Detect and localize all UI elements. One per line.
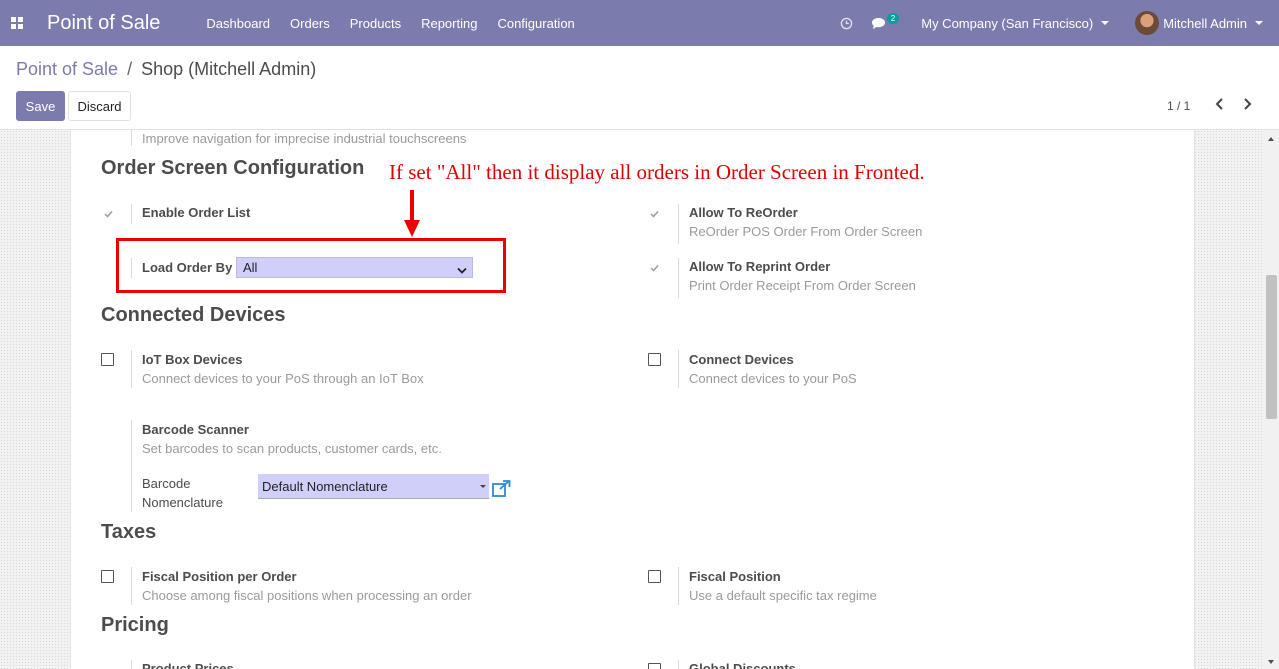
fiscal-position-checkbox[interactable] — [648, 570, 661, 583]
allow-reorder-label: Allow To ReOrder — [689, 205, 798, 220]
section-title-pricing: Pricing — [101, 614, 169, 636]
divider — [678, 258, 679, 298]
divider — [678, 660, 679, 669]
connect-devices-checkbox[interactable] — [648, 353, 661, 366]
fiscal-position-help: Use a default specific tax regime — [689, 588, 877, 603]
save-button[interactable]: Save — [16, 91, 65, 121]
iot-box-label: IoT Box Devices — [142, 352, 243, 367]
enable-order-list-label: Enable Order List — [142, 205, 251, 220]
app-brand[interactable]: Point of Sale — [47, 12, 160, 35]
product-prices-label: Product Prices — [142, 661, 234, 669]
connect-devices-help: Connect devices to your PoS — [689, 371, 857, 386]
discard-button[interactable]: Discard — [68, 91, 131, 121]
menu-configuration[interactable]: Configuration — [497, 16, 574, 31]
iot-box-checkbox[interactable] — [101, 353, 114, 366]
breadcrumb-root-link[interactable]: Point of Sale — [16, 59, 118, 79]
chevron-down-icon — [1255, 21, 1263, 25]
scroll-down-icon[interactable] — [1268, 660, 1274, 664]
fiscal-position-label: Fiscal Position — [689, 569, 781, 584]
chevron-down-icon — [1101, 21, 1110, 25]
scrollbar[interactable] — [1264, 130, 1279, 669]
annotation-highlight-box — [116, 238, 506, 293]
barcode-nomenclature-value: Default Nomenclature — [262, 478, 388, 494]
chat-count-badge: 2 — [886, 12, 900, 24]
global-discounts-label: Global Discounts — [689, 661, 796, 669]
allow-reorder-checkbox[interactable] — [648, 207, 661, 220]
barcode-nomenclature-label-line1: Barcode — [142, 476, 191, 491]
control-panel: Point of Sale / Shop (Mitchell Admin) Sa… — [0, 46, 1279, 130]
section-title-order-screen: Order Screen Configuration — [101, 157, 365, 179]
menu-dashboard[interactable]: Dashboard — [206, 16, 270, 31]
section-title-taxes: Taxes — [101, 521, 157, 543]
chevron-left-icon[interactable] — [1215, 98, 1225, 113]
connect-devices-label: Connect Devices — [689, 352, 794, 367]
divider — [131, 350, 132, 388]
menu-products[interactable]: Products — [350, 16, 401, 31]
top-navbar: Point of Sale Dashboard Orders Products … — [0, 0, 1279, 46]
menu-reporting[interactable]: Reporting — [421, 16, 477, 31]
breadcrumb: Point of Sale / Shop (Mitchell Admin) — [16, 59, 316, 80]
avatar — [1135, 11, 1160, 35]
annotation-text: If set "All" then it display all orders … — [389, 160, 925, 184]
divider — [678, 567, 679, 605]
apps-menu-icon[interactable] — [0, 0, 34, 46]
chevron-right-icon[interactable] — [1242, 98, 1252, 113]
divider — [131, 420, 132, 512]
company-name: My Company (San Francisco) — [921, 15, 1094, 31]
allow-reorder-help: ReOrder POS Order From Order Screen — [689, 224, 923, 239]
barcode-nomenclature-select[interactable]: Default Nomenclature — [258, 474, 489, 499]
allow-reprint-label: Allow To Reprint Order — [689, 259, 831, 274]
fiscal-position-per-order-help: Choose among fiscal positions when proce… — [142, 588, 472, 603]
scroll-up-icon[interactable] — [1268, 137, 1274, 141]
divider — [131, 567, 132, 605]
section-title-connected-devices: Connected Devices — [101, 304, 286, 326]
divider — [131, 660, 132, 669]
company-switcher[interactable]: My Company (San Francisco) — [921, 15, 1110, 31]
external-link-icon[interactable] — [492, 480, 511, 500]
allow-reprint-help: Print Order Receipt From Order Screen — [689, 278, 916, 293]
barcode-scanner-label: Barcode Scanner — [142, 422, 249, 437]
barcode-nomenclature-label-line2: Nomenclature — [142, 495, 223, 510]
activity-clock-icon[interactable] — [840, 17, 853, 30]
breadcrumb-separator: / — [127, 59, 133, 79]
menu-orders[interactable]: Orders — [290, 16, 330, 31]
pager-value[interactable]: 1 / 1 — [1167, 99, 1190, 113]
fiscal-position-per-order-checkbox[interactable] — [101, 570, 114, 583]
user-menu[interactable]: Mitchell Admin — [1135, 11, 1263, 35]
breadcrumb-current: Shop (Mitchell Admin) — [141, 59, 317, 79]
messaging-chat-icon[interactable]: 2 — [871, 12, 900, 30]
iot-box-help: Connect devices to your PoS through an I… — [142, 371, 424, 386]
fiscal-position-per-order-label: Fiscal Position per Order — [142, 569, 297, 584]
annotation-arrow-icon — [403, 190, 421, 241]
divider — [678, 204, 679, 244]
barcode-scanner-help: Set barcodes to scan products, customer … — [142, 441, 442, 456]
divider — [131, 130, 132, 146]
chevron-down-icon — [480, 485, 486, 488]
allow-reprint-checkbox[interactable] — [648, 261, 661, 274]
divider — [678, 350, 679, 388]
touchscreen-help: Improve navigation for imprecise industr… — [142, 131, 467, 146]
global-discounts-checkbox[interactable] — [648, 663, 661, 669]
user-name: Mitchell Admin — [1163, 15, 1247, 31]
scroll-thumb[interactable] — [1266, 275, 1277, 419]
divider — [131, 204, 132, 224]
enable-order-list-checkbox[interactable] — [102, 207, 115, 220]
